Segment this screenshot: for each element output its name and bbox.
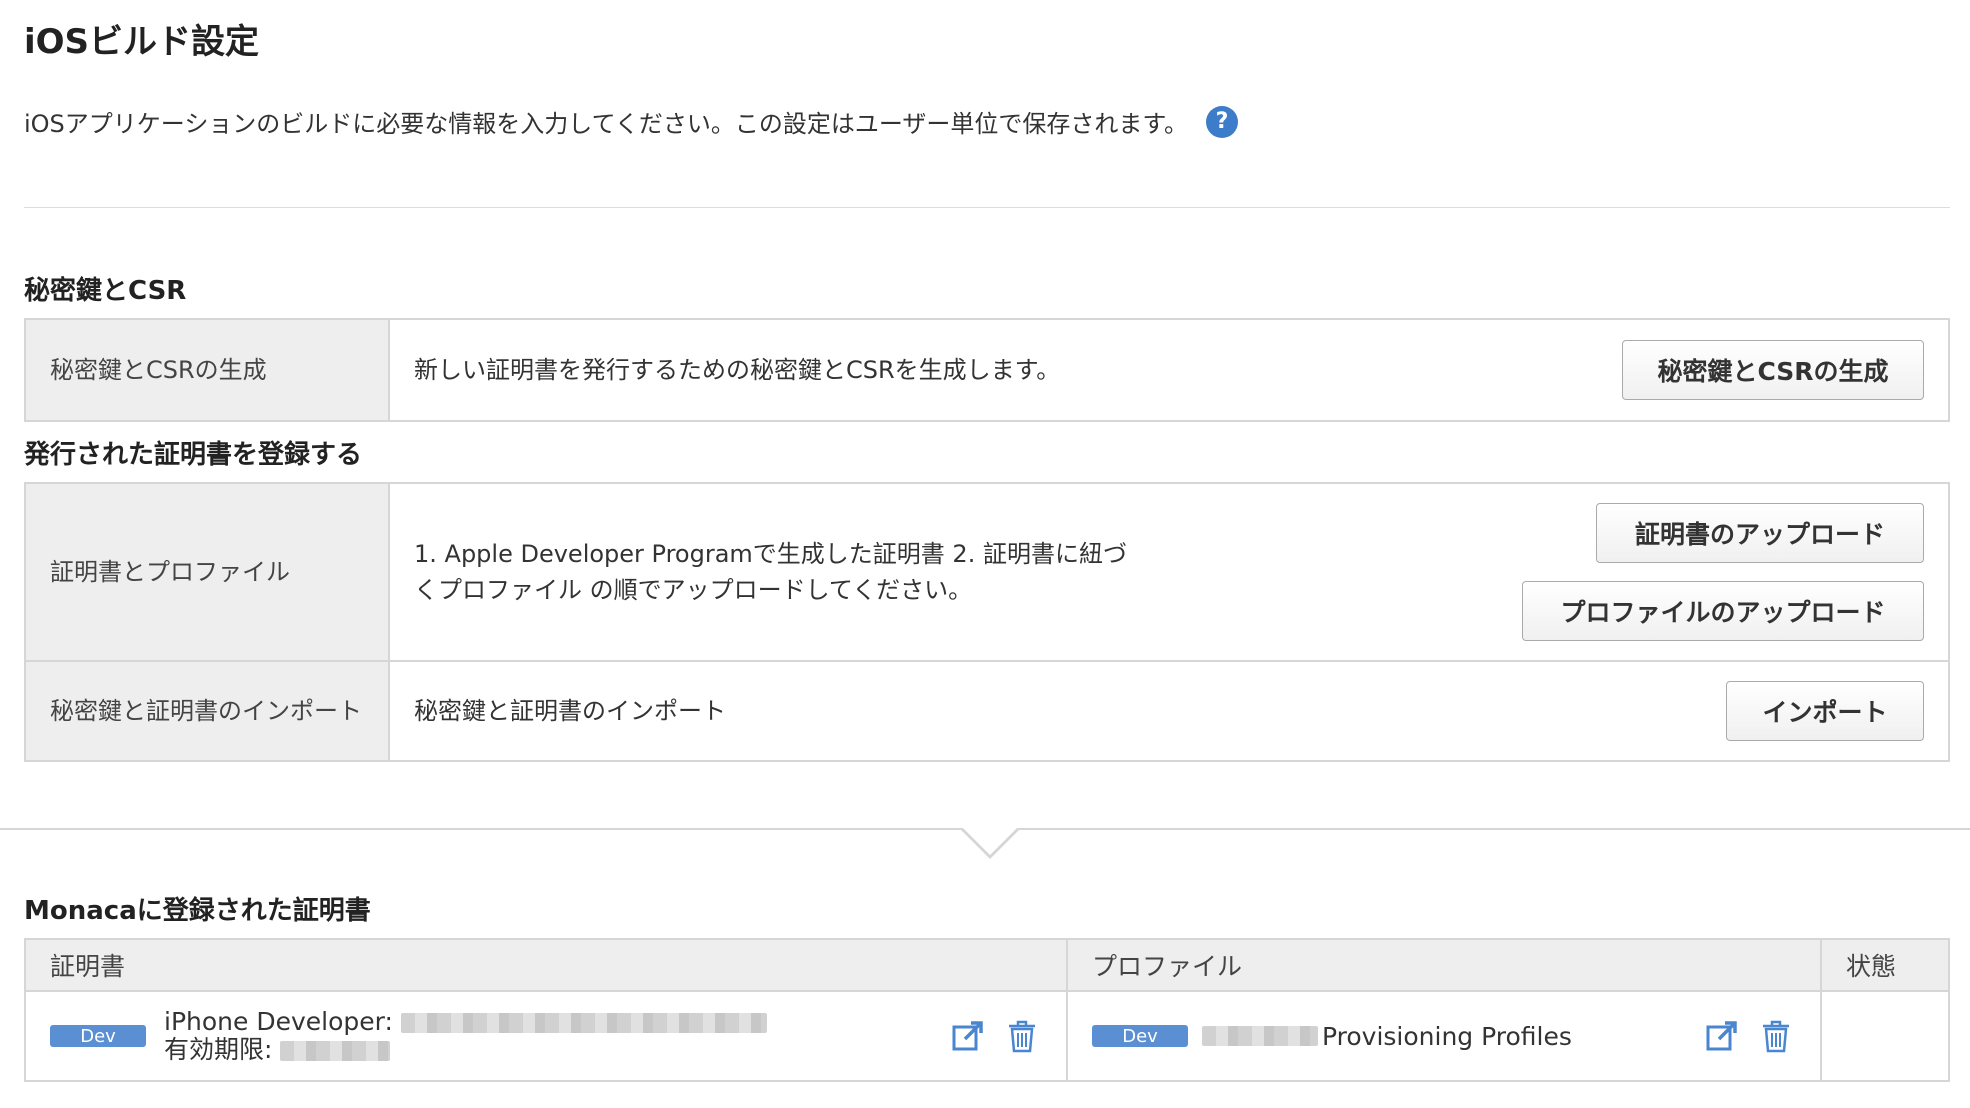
trash-icon[interactable] [1756, 1016, 1796, 1056]
generate-csr-button[interactable]: 秘密鍵とCSRの生成 [1622, 340, 1924, 400]
upload-certificate-button[interactable]: 証明書のアップロード [1596, 503, 1924, 563]
upload-profile-button[interactable]: プロファイルのアップロード [1522, 581, 1924, 641]
row-description: 新しい証明書を発行するための秘密鍵とCSRを生成します。 [414, 356, 1061, 384]
redacted-text [400, 1013, 767, 1033]
help-icon[interactable]: ? [1206, 105, 1238, 138]
redacted-text [280, 1041, 391, 1061]
description-line: 1. Apple Developer Programで生成した証明書 2. 証明… [414, 540, 1127, 568]
certificate-name: iPhone Developer: [164, 1008, 934, 1036]
row-label: 秘密鍵とCSRの生成 [26, 320, 390, 420]
expiry-label: 有効期限: [164, 1035, 273, 1064]
row-description: 1. Apple Developer Programで生成した証明書 2. 証明… [390, 484, 1498, 660]
dev-badge: Dev [50, 1025, 146, 1047]
column-header-status: 状態 [1846, 952, 1897, 981]
redacted-text [1202, 1026, 1318, 1046]
intro-text: iOSアプリケーションのビルドに必要な情報を入力してください。この設定はユーザー… [24, 104, 1238, 139]
table-header: 証明書 プロファイル 状態 [26, 940, 1948, 992]
section-title-registered: Monacaに登録された証明書 [24, 896, 371, 926]
dev-badge: Dev [1092, 1025, 1188, 1047]
status-cell [1822, 992, 1948, 1080]
section-title-csr: 秘密鍵とCSR [24, 276, 187, 306]
registered-cert-table: 証明書 プロファイル 状態 Dev iPhone Developer: 有効期限… [24, 938, 1950, 1082]
profile-name: Provisioning Profiles [1322, 1021, 1572, 1051]
column-header-profile: プロファイル [1068, 940, 1822, 990]
row-label: 証明書とプロファイル [26, 484, 390, 660]
intro-label: iOSアプリケーションのビルドに必要な情報を入力してください。この設定はユーザー… [24, 110, 1188, 138]
header-divider [24, 207, 1950, 208]
profile-cell: Dev Provisioning Profiles [1068, 992, 1822, 1080]
row-actions: 証明書のアップロード プロファイルのアップロード [1498, 484, 1948, 660]
row-actions: 秘密鍵とCSRの生成 [1598, 320, 1948, 420]
description-line: くプロファイル の順でアップロードしてください。 [414, 576, 973, 604]
section-title-register: 発行された証明書を登録する [24, 440, 363, 470]
row-description: 秘密鍵と証明書のインポート [414, 697, 726, 725]
column-header-certificate: 証明書 [26, 940, 1068, 990]
row-actions: インポート [1702, 662, 1948, 760]
row-label: 秘密鍵と証明書のインポート [26, 662, 390, 760]
open-external-icon[interactable] [948, 1016, 988, 1056]
trash-icon[interactable] [1002, 1016, 1042, 1056]
settings-row-cert-profile: 証明書とプロファイル 1. Apple Developer Programで生成… [26, 484, 1948, 660]
profile-info: Provisioning Profiles [1202, 1022, 1688, 1051]
divider-notch-fill [963, 828, 1017, 855]
table-row: Dev iPhone Developer: 有効期限: Dev Provisio… [26, 992, 1948, 1080]
page-title: iOSビルド設定 [24, 22, 260, 62]
settings-row-csr: 秘密鍵とCSRの生成 新しい証明書を発行するための秘密鍵とCSRを生成します。 … [26, 320, 1948, 420]
open-external-icon[interactable] [1702, 1016, 1742, 1056]
certificate-name-label: iPhone Developer: [164, 1007, 393, 1036]
certificate-info: iPhone Developer: 有効期限: [164, 1008, 934, 1064]
register-settings-table: 証明書とプロファイル 1. Apple Developer Programで生成… [24, 482, 1950, 762]
settings-row-import: 秘密鍵と証明書のインポート 秘密鍵と証明書のインポート インポート [26, 660, 1948, 760]
import-button[interactable]: インポート [1726, 681, 1924, 741]
certificate-cell: Dev iPhone Developer: 有効期限: [26, 992, 1068, 1080]
certificate-expiry: 有効期限: [164, 1036, 934, 1064]
csr-settings-table: 秘密鍵とCSRの生成 新しい証明書を発行するための秘密鍵とCSRを生成します。 … [24, 318, 1950, 422]
